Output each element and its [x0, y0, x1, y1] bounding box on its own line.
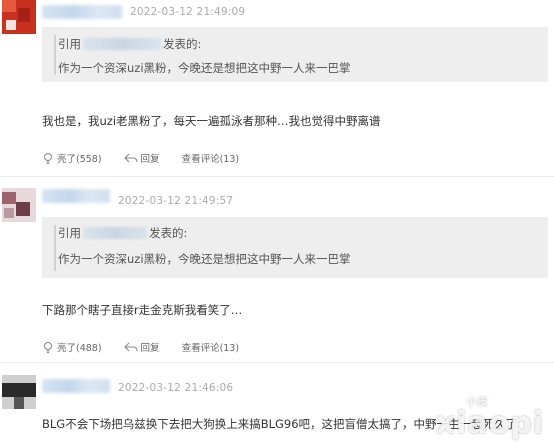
- like-label: 亮了(558): [57, 154, 102, 165]
- like-label: 亮了(488): [57, 343, 102, 354]
- like-button[interactable]: 亮了(488): [42, 340, 102, 354]
- quote-block: 引用 发表的: 作为一个资深uzi黑粉，今晚还是想把这中野一人来一巴掌: [42, 217, 548, 278]
- view-replies-button[interactable]: 查看评论(13): [182, 340, 240, 354]
- quote-header: 引用 发表的:: [58, 225, 187, 241]
- reply-button[interactable]: 回复: [123, 151, 160, 165]
- reply-label: 回复: [140, 154, 160, 165]
- avatar[interactable]: [2, 0, 36, 34]
- avatar[interactable]: [2, 375, 36, 409]
- username[interactable]: [42, 189, 110, 203]
- quote-prefix: 引用: [58, 37, 81, 51]
- bulb-icon: [44, 153, 52, 164]
- comment-actions: 亮了(488) 回复 查看评论(13): [42, 340, 261, 354]
- quote-block: 引用 发表的: 作为一个资深uzi黑粉，今晚还是想把这中野一人来一巴掌: [42, 27, 548, 82]
- view-replies-button[interactable]: 查看评论(13): [182, 151, 240, 165]
- like-button[interactable]: 亮了(558): [42, 151, 102, 165]
- bulb-icon: [44, 342, 52, 353]
- comment-time: 2022-03-12 21:49:09: [130, 6, 246, 18]
- view-replies-label: 查看评论(13): [181, 154, 240, 165]
- comment-time: 2022-03-12 21:49:57: [118, 195, 234, 207]
- reply-label: 回复: [140, 343, 160, 354]
- quote-bar: [54, 225, 56, 271]
- reply-button[interactable]: 回复: [123, 340, 160, 354]
- comment-text: 下路那个瞎子直接r走金克斯我看笑了…: [42, 303, 243, 317]
- quote-header: 引用 发表的:: [58, 36, 201, 52]
- reply-icon: [123, 153, 138, 163]
- username[interactable]: [42, 379, 110, 393]
- divider: [0, 176, 554, 177]
- comment-actions: 亮了(558) 回复 查看评论(13): [42, 151, 261, 165]
- quoted-username[interactable]: [83, 38, 161, 50]
- divider: [0, 362, 554, 363]
- quoted-username[interactable]: [83, 227, 147, 239]
- quote-text: 作为一个资深uzi黑粉，今晚还是想把这中野一人来一巴掌: [58, 61, 351, 75]
- view-replies-label: 查看评论(13): [181, 343, 240, 354]
- quote-prefix: 引用: [58, 226, 81, 240]
- username[interactable]: [42, 5, 122, 19]
- quote-bar: [54, 35, 56, 75]
- watermark-logo: xiaopi: [435, 406, 544, 441]
- comment-text: 我也是，我uzi老黑粉了，每天一遍孤泳者那种…我也觉得中野离谱: [42, 114, 381, 128]
- comment-time: 2022-03-12 21:46:06: [118, 382, 234, 394]
- avatar[interactable]: [2, 188, 36, 222]
- quote-suffix: 发表的:: [163, 37, 202, 51]
- quote-text: 作为一个资深uzi黑粉，今晚还是想把这中野一人来一巴掌: [58, 252, 351, 266]
- quote-suffix: 发表的:: [149, 226, 188, 240]
- reply-icon: [123, 342, 138, 352]
